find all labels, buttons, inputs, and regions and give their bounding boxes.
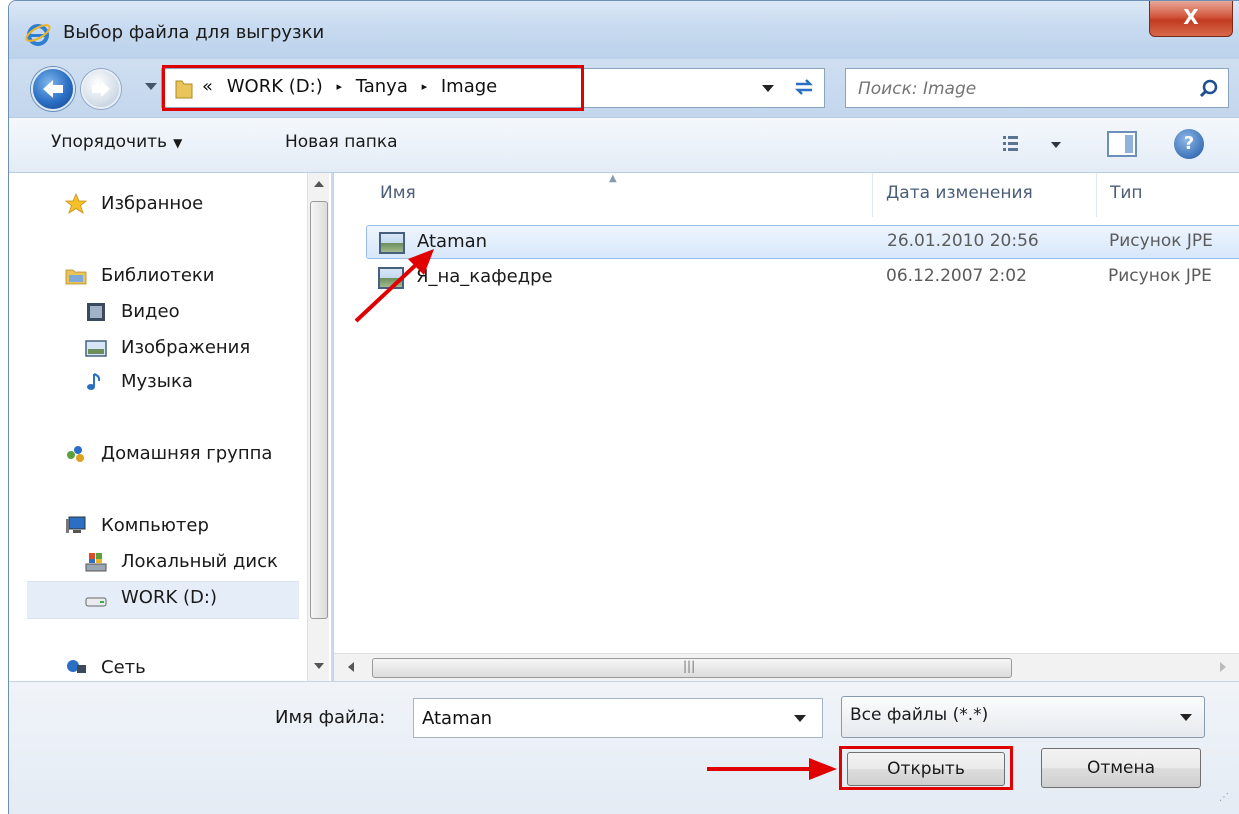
- search-icon[interactable]: [1196, 76, 1222, 102]
- address-highlight-annotation: [162, 65, 584, 111]
- drive-icon: [85, 597, 107, 607]
- horizontal-scrollbar[interactable]: |||: [334, 653, 1239, 681]
- file-dialog-window: Выбор файла для выгрузки X « WORK (D:) ▸…: [8, 0, 1239, 814]
- organize-label: Упорядочить: [51, 132, 168, 152]
- window-title: Выбор файла для выгрузки: [63, 22, 325, 43]
- command-toolbar: Упорядочить ▼ Новая папка ?: [9, 117, 1239, 173]
- file-type: Рисунок JPE: [1108, 266, 1212, 286]
- file-row[interactable]: Я_на_кафедре 06.12.2007 2:02 Рисунок JPE: [366, 261, 1239, 295]
- homegroup-icon: [67, 446, 84, 462]
- column-header-date[interactable]: Дата изменения: [886, 183, 1033, 203]
- scroll-grip-icon: |||: [683, 659, 696, 673]
- recent-pages-dropdown[interactable]: [145, 83, 157, 90]
- scroll-right-icon[interactable]: [1220, 662, 1226, 672]
- chevron-down-icon[interactable]: [794, 715, 806, 722]
- back-button[interactable]: [31, 67, 75, 111]
- sidebar-item-network[interactable]: Сеть: [101, 657, 146, 678]
- file-date: 06.12.2007 2:02: [886, 266, 1027, 286]
- view-options-icon: [1003, 136, 1061, 151]
- address-row: « WORK (D:) ▸ Tanya ▸ Image: [9, 59, 1239, 117]
- file-row[interactable]: Ataman 26.01.2010 20:56 Рисунок JPE: [366, 225, 1239, 259]
- star-icon: [65, 193, 87, 214]
- close-button[interactable]: X: [1149, 1, 1233, 37]
- column-header-name[interactable]: Имя: [380, 183, 416, 203]
- dialog-footer: Имя файла: Все файлы (*.*) Открыть Отмен…: [9, 681, 1239, 814]
- annotation-arrow: [354, 249, 434, 323]
- filename-label: Имя файла:: [275, 707, 386, 728]
- preview-pane-icon[interactable]: [1107, 131, 1137, 157]
- forward-arrow-icon: [92, 81, 110, 97]
- sidebar-item-computer[interactable]: Компьютер: [101, 515, 209, 536]
- refresh-button[interactable]: [790, 73, 818, 103]
- scroll-left-icon[interactable]: [348, 662, 354, 672]
- annotation-arrow: [707, 758, 837, 780]
- file-type: Рисунок JPE: [1109, 231, 1213, 251]
- chevron-down-icon: ▼: [173, 136, 183, 150]
- scrollbar-thumb[interactable]: [310, 201, 328, 619]
- sidebar-item-music[interactable]: Музыка: [121, 371, 193, 392]
- libraries-icon: [65, 269, 87, 285]
- scroll-down-icon[interactable]: [314, 663, 324, 669]
- column-header-type[interactable]: Тип: [1110, 183, 1143, 203]
- sidebar-item-favorites[interactable]: Избранное: [101, 193, 203, 214]
- sidebar-item-work-drive[interactable]: WORK (D:): [121, 587, 217, 608]
- search-input[interactable]: [858, 77, 1178, 101]
- local-disk-icon: [85, 553, 107, 572]
- navigation-scrollbar[interactable]: [307, 173, 329, 681]
- organize-button[interactable]: Упорядочить ▼: [51, 132, 182, 152]
- sidebar-item-homegroup[interactable]: Домашняя группа: [101, 443, 272, 464]
- address-history-dropdown[interactable]: [762, 85, 774, 92]
- internet-explorer-icon: [25, 24, 51, 46]
- view-options-button[interactable]: [999, 132, 1069, 158]
- forward-button[interactable]: [81, 69, 121, 109]
- scroll-up-icon[interactable]: [314, 181, 324, 187]
- navigation-pane: Избранное Библиотеки Видео Изображения М…: [9, 173, 331, 681]
- title-bar: Выбор файла для выгрузки X: [9, 1, 1239, 59]
- column-headers: ▲ Имя Дата изменения Тип: [334, 173, 1239, 217]
- filename-combobox[interactable]: [413, 698, 823, 738]
- sidebar-item-libraries[interactable]: Библиотеки: [101, 265, 215, 286]
- sidebar-item-local-disk[interactable]: Локальный диск: [121, 551, 278, 572]
- resize-grip-icon[interactable]: ⋰: [1219, 792, 1229, 803]
- column-divider[interactable]: [872, 173, 873, 217]
- back-arrow-icon: [43, 80, 63, 98]
- images-icon: [85, 340, 107, 357]
- cancel-button[interactable]: Отмена: [1041, 748, 1201, 788]
- column-divider[interactable]: [1096, 173, 1097, 217]
- help-icon[interactable]: ?: [1174, 129, 1204, 159]
- sidebar-item-video[interactable]: Видео: [121, 301, 180, 322]
- video-icon: [87, 303, 105, 321]
- scrollbar-thumb[interactable]: |||: [372, 658, 1012, 678]
- chevron-down-icon[interactable]: [1180, 714, 1192, 721]
- address-bar[interactable]: « WORK (D:) ▸ Tanya ▸ Image: [161, 65, 825, 111]
- open-button[interactable]: Открыть: [847, 752, 1005, 786]
- sort-ascending-icon: ▲: [609, 173, 617, 184]
- network-icon: [67, 660, 86, 673]
- new-folder-button[interactable]: Новая папка: [285, 132, 398, 152]
- filename-input[interactable]: [422, 706, 782, 730]
- refresh-icon: [794, 79, 814, 95]
- file-list: ▲ Имя Дата изменения Тип Ataman 26.01.20…: [333, 173, 1239, 681]
- file-type-filter-value: Все файлы (*.*): [850, 705, 989, 725]
- sidebar-item-images[interactable]: Изображения: [121, 337, 250, 358]
- search-box[interactable]: [845, 68, 1229, 108]
- file-date: 26.01.2010 20:56: [887, 231, 1039, 251]
- computer-icon: [66, 516, 86, 533]
- music-icon: [87, 373, 101, 390]
- file-type-filter[interactable]: Все файлы (*.*): [841, 696, 1205, 738]
